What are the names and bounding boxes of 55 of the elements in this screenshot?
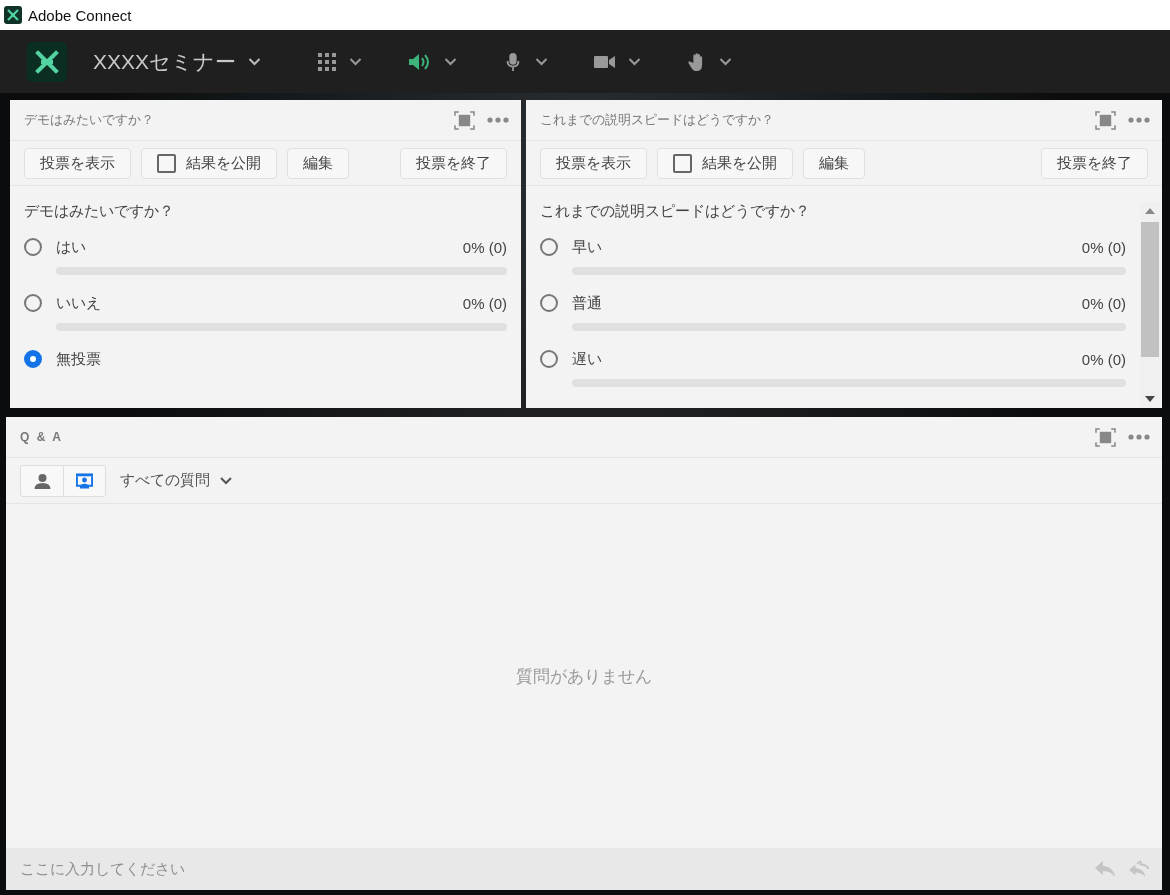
radio-button[interactable] [540, 350, 558, 368]
end-poll-button[interactable]: 投票を終了 [1041, 147, 1148, 179]
vote-result: 0% (0) [1081, 238, 1126, 256]
vote-result: 0% (0) [1081, 350, 1126, 368]
video-camera-icon [594, 54, 617, 69]
empty-message: 質問がありません [516, 664, 652, 688]
radio-button[interactable] [24, 294, 42, 312]
maximize-icon[interactable] [454, 110, 475, 130]
option-label: 早い [572, 237, 603, 257]
grid-icon [317, 51, 338, 72]
more-options-icon[interactable] [487, 117, 509, 123]
poll-question: デモはみたいですか？ [24, 202, 175, 221]
option-label: いいえ [56, 293, 102, 313]
publish-results-checkbox[interactable]: 結果を公開 [657, 147, 793, 179]
chevron-down-icon [220, 476, 232, 485]
more-options-icon[interactable] [1128, 117, 1150, 123]
option-label: 遅い [572, 349, 603, 369]
vote-result: 0% (0) [462, 238, 507, 256]
maximize-icon[interactable] [1095, 110, 1116, 130]
edit-button[interactable]: 編集 [803, 147, 865, 179]
show-votes-button[interactable]: 投票を表示 [24, 147, 131, 179]
chevron-down-icon [349, 57, 363, 66]
panel-title: デモはみたいですか？ [24, 111, 155, 129]
radio-button[interactable] [540, 238, 558, 256]
person-icon [33, 472, 51, 489]
edit-button[interactable]: 編集 [287, 147, 349, 179]
more-options-icon[interactable] [1128, 434, 1150, 440]
vote-result: 0% (0) [1081, 294, 1126, 312]
panel-title: Q & A [20, 430, 64, 444]
radio-button[interactable] [540, 294, 558, 312]
meeting-menu-button[interactable]: XXXXセミナー [87, 43, 268, 80]
chevron-down-icon [248, 57, 262, 66]
maximize-icon[interactable] [1095, 427, 1116, 447]
chevron-down-icon [628, 57, 642, 66]
end-poll-button[interactable]: 投票を終了 [400, 147, 507, 179]
chevron-down-icon [719, 57, 733, 66]
window-title: Adobe Connect [28, 6, 132, 24]
scroll-down-arrow-icon[interactable] [1145, 396, 1155, 402]
option-label: 普通 [572, 293, 603, 313]
panel-title: これまでの説明スピードはどうですか？ [540, 111, 775, 129]
poll-question: これまでの説明スピードはどうですか？ [540, 202, 811, 221]
option-label: はい [56, 237, 87, 257]
app-logo-icon [4, 6, 22, 24]
scroll-up-arrow-icon[interactable] [1145, 208, 1155, 214]
chevron-down-icon [444, 57, 458, 66]
radio-button[interactable] [24, 238, 42, 256]
question-filter-dropdown[interactable]: すべての質問 [120, 471, 232, 490]
show-votes-button[interactable]: 投票を表示 [540, 147, 647, 179]
app-logo-icon [27, 41, 67, 82]
chevron-down-icon [535, 57, 549, 66]
presenter-icon [76, 472, 93, 489]
vote-result: 0% (0) [462, 294, 507, 312]
publish-results-checkbox[interactable]: 結果を公開 [141, 147, 277, 179]
option-label: 無投票 [56, 349, 102, 369]
radio-button[interactable] [24, 350, 42, 368]
